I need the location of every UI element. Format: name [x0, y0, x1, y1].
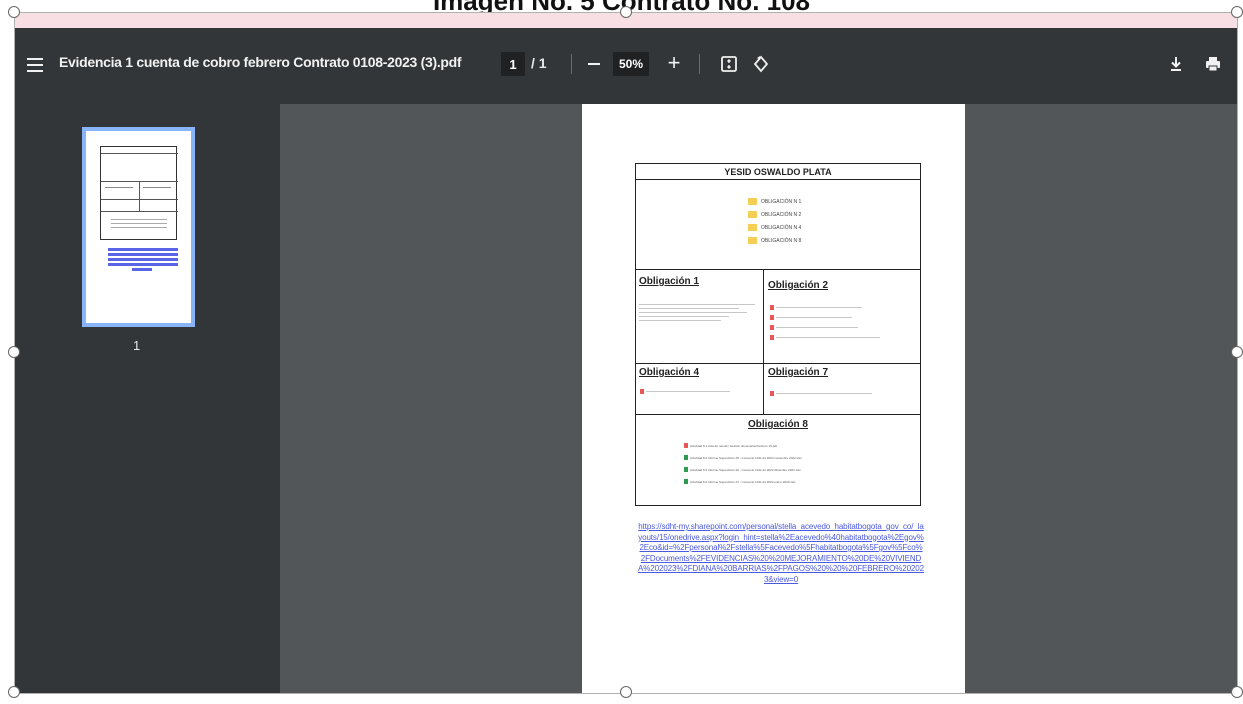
pdf-page: YESID OSWALDO PLATA OBLIGACIÓN N 1 OBLIG… — [582, 104, 965, 693]
menu-button[interactable] — [23, 53, 47, 77]
thumbnail-sidebar: 1 — [15, 104, 280, 693]
page-total: / 1 — [531, 55, 547, 71]
resize-handle[interactable] — [620, 6, 632, 18]
zoom-input[interactable]: 50% — [613, 52, 649, 76]
file-item: Actividad 8.1 Acta de reunión Gestión do… — [684, 443, 777, 448]
resize-handle[interactable] — [8, 346, 20, 358]
obligation-7-title: Obligación 7 — [768, 367, 829, 378]
resize-handle[interactable] — [1231, 346, 1243, 358]
document-title: Evidencia 1 cuenta de cobro febrero Cont… — [59, 54, 462, 70]
folder-icon — [748, 211, 757, 218]
evidence-table: YESID OSWALDO PLATA OBLIGACIÓN N 1 OBLIG… — [635, 163, 921, 506]
rotate-icon — [753, 55, 769, 73]
rotate-button[interactable] — [750, 52, 772, 76]
page-number-input[interactable]: 1 — [501, 52, 525, 76]
obligation-2-cell: Obligación 2 — [764, 270, 920, 364]
file-item: Actividad 8.3 Informe Supervisión 26 - C… — [684, 467, 801, 472]
folder-icon — [748, 198, 757, 205]
download-button[interactable] — [1165, 52, 1187, 76]
zoom-in-button[interactable]: + — [663, 50, 685, 76]
folder-item: OBLIGACIÓN N 1 — [748, 198, 801, 205]
fit-page-icon — [721, 56, 737, 72]
obligation-7-cell: Obligación 7 — [764, 364, 920, 415]
resize-handle[interactable] — [1231, 686, 1243, 698]
pdf-file-icon — [770, 305, 774, 310]
pdf-file-icon — [770, 391, 774, 396]
obligation-1-title: Obligación 1 — [639, 276, 700, 287]
viewer-toolbar: Evidencia 1 cuenta de cobro febrero Cont… — [15, 28, 1237, 104]
folder-icon — [748, 237, 757, 244]
print-icon — [1206, 57, 1220, 72]
fit-page-button[interactable] — [718, 52, 740, 76]
resize-handle[interactable] — [8, 686, 20, 698]
pdf-file-icon — [640, 389, 644, 394]
download-icon — [1171, 57, 1181, 71]
sharepoint-link[interactable]: https://sdht-my.sharepoint.com/personal/… — [638, 522, 924, 585]
excel-file-icon — [684, 455, 688, 460]
zoom-out-icon — [588, 63, 600, 65]
file-item: Actividad 8.4 Informe Supervisión 27 - C… — [684, 479, 795, 484]
print-button[interactable] — [1202, 52, 1224, 76]
resize-handle[interactable] — [1231, 6, 1243, 18]
thumbnail-table — [100, 146, 178, 240]
folder-item: OBLIGACIÓN N 8 — [748, 237, 801, 244]
folder-list: OBLIGACIÓN N 1 OBLIGACIÓN N 2 OBLIGACIÓN… — [636, 180, 920, 270]
thumbnail-page-number: 1 — [133, 338, 141, 353]
excel-file-icon — [684, 467, 688, 472]
pdf-file-icon — [684, 443, 688, 448]
folder-item: OBLIGACIÓN N 2 — [748, 211, 801, 218]
folder-item: OBLIGACIÓN N 4 — [748, 224, 801, 231]
pdf-file-icon — [770, 315, 774, 320]
menu-icon — [27, 58, 43, 60]
zoom-in-icon: + — [667, 50, 681, 75]
resize-handle[interactable] — [8, 6, 20, 18]
pdf-file-icon — [770, 325, 774, 330]
folder-icon — [748, 224, 757, 231]
pdf-viewer: Evidencia 1 cuenta de cobro febrero Cont… — [15, 28, 1237, 693]
file-item: Actividad 8.2 Informe Supervisión 25 - C… — [684, 455, 802, 460]
zoom-out-button[interactable] — [583, 52, 605, 76]
obligation-2-title: Obligación 2 — [768, 280, 829, 291]
obligation-8-title: Obligación 8 — [747, 419, 808, 430]
resize-handle[interactable] — [620, 686, 632, 698]
excel-file-icon — [684, 479, 688, 484]
pdf-file-icon — [770, 335, 774, 340]
obligation-1-cell: Obligación 1 — [636, 270, 764, 364]
obligation-4-cell: Obligación 4 — [636, 364, 764, 415]
person-name: YESID OSWALDO PLATA — [636, 164, 920, 180]
toolbar-divider — [571, 54, 572, 74]
obligation-4-title: Obligación 4 — [639, 367, 700, 378]
toolbar-divider — [699, 54, 700, 74]
obligation-8-cell: Obligación 8 Actividad 8.1 Acta de reuni… — [636, 415, 920, 505]
page-thumbnail[interactable] — [82, 127, 195, 327]
